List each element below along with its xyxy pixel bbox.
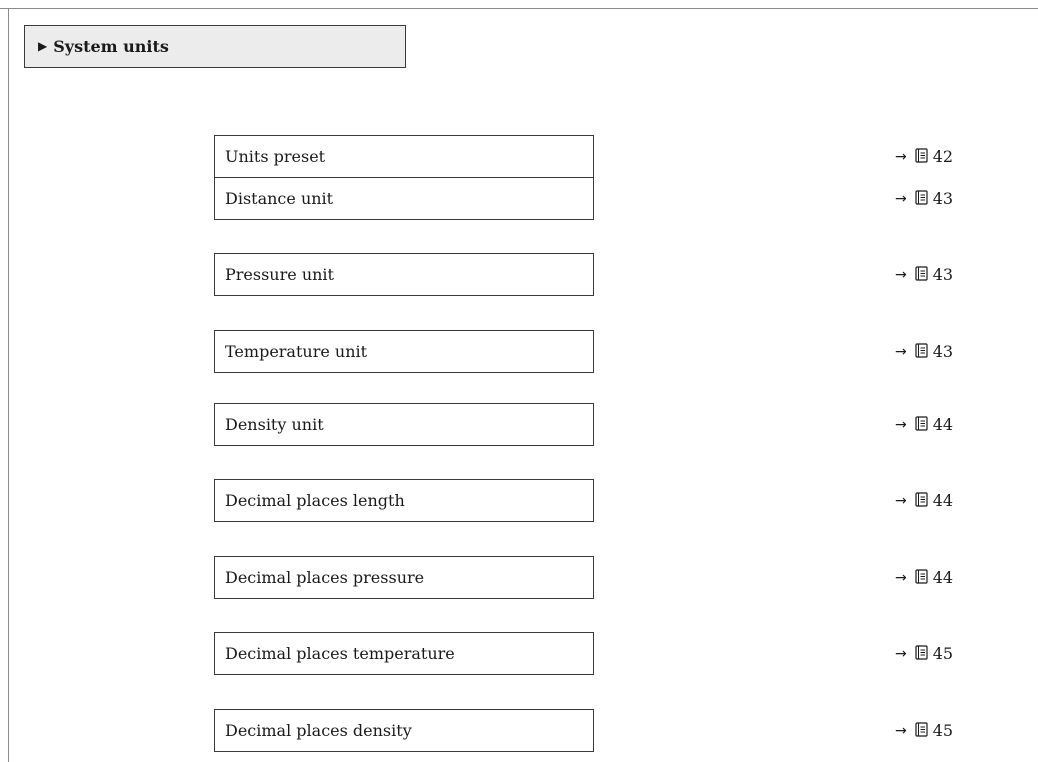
- page-reference[interactable]: → 43: [895, 177, 953, 220]
- book-icon: [915, 148, 928, 163]
- parameter-label: Temperature unit: [225, 342, 368, 361]
- parameter-row: Pressure unit → 43: [214, 253, 1014, 296]
- parameter-box[interactable]: Units preset: [214, 135, 594, 178]
- parameter-box[interactable]: Pressure unit: [214, 253, 594, 296]
- arrow-right-icon: →: [895, 645, 907, 662]
- arrow-right-icon: →: [895, 492, 907, 509]
- parameter-row: Decimal places density → 45: [214, 709, 1014, 752]
- arrow-right-icon: →: [895, 569, 907, 586]
- parameter-box[interactable]: Distance unit: [214, 177, 594, 220]
- parameter-label: Decimal places pressure: [225, 568, 425, 587]
- parameter-label: Density unit: [225, 415, 324, 434]
- parameter-box[interactable]: Decimal places density: [214, 709, 594, 752]
- page-reference[interactable]: → 45: [895, 709, 953, 752]
- parameter-label: Units preset: [225, 147, 326, 166]
- parameter-box[interactable]: Temperature unit: [214, 330, 594, 373]
- page-reference[interactable]: → 42: [895, 135, 953, 178]
- page-number: 45: [932, 721, 954, 740]
- page-reference[interactable]: → 45: [895, 632, 953, 675]
- page-number: 44: [932, 415, 954, 434]
- arrow-right-icon: →: [895, 190, 907, 207]
- page-number: 44: [932, 491, 954, 510]
- parameter-row: Temperature unit → 43: [214, 330, 1014, 373]
- arrow-right-icon: →: [895, 266, 907, 283]
- page-reference[interactable]: → 44: [895, 556, 953, 599]
- book-icon: [915, 569, 928, 584]
- page-number: 43: [932, 265, 954, 284]
- arrow-right-icon: →: [895, 148, 907, 165]
- book-icon: [915, 343, 928, 358]
- page-number: 44: [932, 568, 954, 587]
- parameter-row: Decimal places temperature → 45: [214, 632, 1014, 675]
- parameter-row: Units preset → 42: [214, 135, 1014, 178]
- parameter-label: Decimal places density: [225, 721, 412, 740]
- section-title: System units: [53, 37, 169, 56]
- page-reference[interactable]: → 44: [895, 403, 953, 446]
- arrow-right-icon: →: [895, 416, 907, 433]
- parameter-box[interactable]: Decimal places pressure: [214, 556, 594, 599]
- parameter-row: Decimal places pressure → 44: [214, 556, 1014, 599]
- page-number: 42: [932, 147, 954, 166]
- arrow-right-icon: →: [895, 722, 907, 739]
- parameter-box[interactable]: Density unit: [214, 403, 594, 446]
- top-divider: [0, 8, 1038, 9]
- page-reference[interactable]: → 43: [895, 330, 953, 373]
- parameter-box[interactable]: Decimal places temperature: [214, 632, 594, 675]
- parameter-label: Decimal places temperature: [225, 644, 455, 663]
- section-header-system-units[interactable]: ▶ System units: [24, 25, 406, 68]
- book-icon: [915, 645, 928, 660]
- page-reference[interactable]: → 43: [895, 253, 953, 296]
- parameter-label: Decimal places length: [225, 491, 405, 510]
- book-icon: [915, 492, 928, 507]
- book-icon: [915, 722, 928, 737]
- page-number: 43: [932, 342, 954, 361]
- book-icon: [915, 266, 928, 281]
- book-icon: [915, 416, 928, 431]
- page-reference[interactable]: → 44: [895, 479, 953, 522]
- parameter-row: Distance unit → 43: [214, 177, 1014, 220]
- page-number: 45: [932, 644, 954, 663]
- parameter-label: Pressure unit: [225, 265, 334, 284]
- triangle-right-icon: ▶: [38, 38, 48, 53]
- arrow-right-icon: →: [895, 343, 907, 360]
- page-number: 43: [932, 189, 954, 208]
- left-divider: [8, 8, 9, 762]
- book-icon: [915, 190, 928, 205]
- parameter-row: Density unit → 44: [214, 403, 1014, 446]
- parameter-row: Decimal places length → 44: [214, 479, 1014, 522]
- parameter-label: Distance unit: [225, 189, 334, 208]
- parameter-box[interactable]: Decimal places length: [214, 479, 594, 522]
